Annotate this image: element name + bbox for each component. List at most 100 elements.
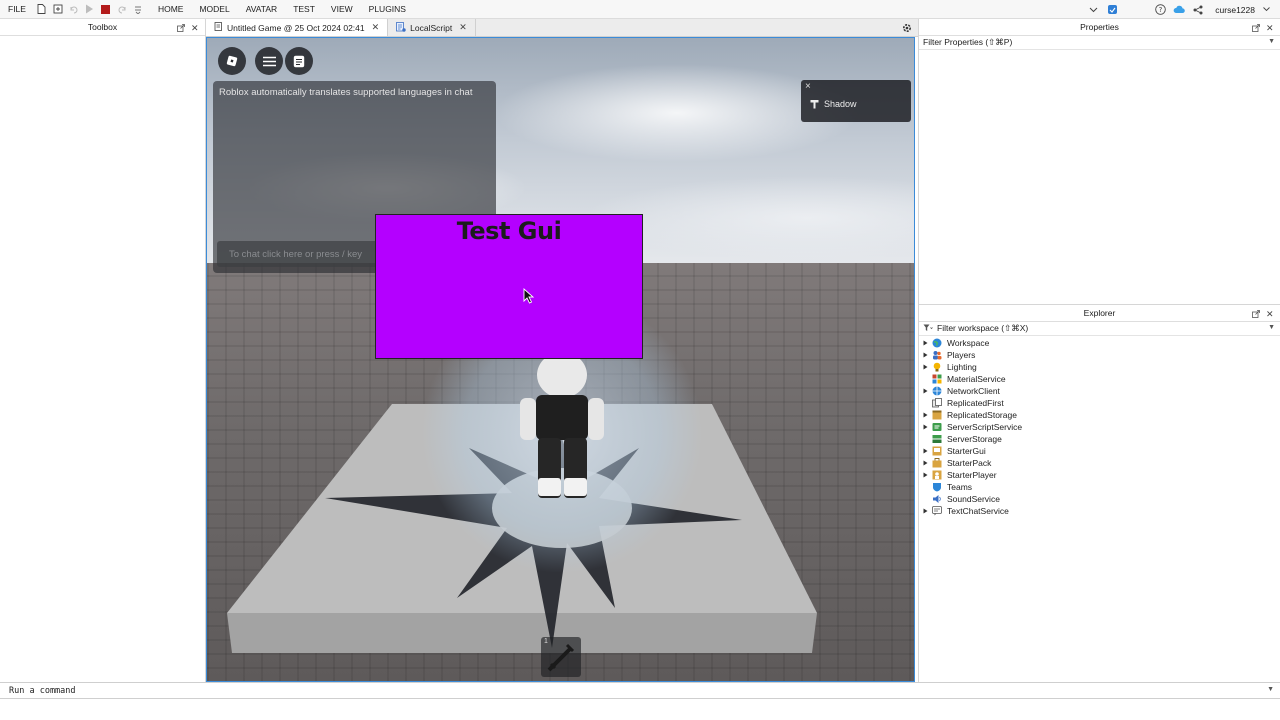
tab-plugins[interactable]: PLUGINS xyxy=(361,0,414,19)
close-icon[interactable]: ✕ xyxy=(1266,23,1274,32)
share-icon[interactable] xyxy=(1190,0,1206,19)
explorer-item-workspace[interactable]: Workspace xyxy=(919,337,1280,349)
server-storage-icon xyxy=(931,434,942,445)
publish-icon[interactable] xyxy=(50,0,66,19)
expand-arrow-icon[interactable] xyxy=(919,472,931,478)
item-label: StarterPlayer xyxy=(947,470,997,480)
expand-arrow-icon[interactable] xyxy=(919,412,931,418)
chat-placeholder: To chat click here or press / key xyxy=(229,249,363,260)
explorer-item-starterpack[interactable]: StarterPack xyxy=(919,457,1280,469)
explorer-item-teams[interactable]: Teams xyxy=(919,481,1280,493)
starter-pack-icon xyxy=(931,458,942,469)
stop-icon[interactable] xyxy=(98,0,114,19)
chevron-down-icon[interactable]: ▼ xyxy=(1268,38,1275,45)
tab-home[interactable]: HOME xyxy=(150,0,192,19)
new-file-icon[interactable] xyxy=(34,0,50,19)
script-icon xyxy=(396,21,406,34)
explorer-item-textchatservice[interactable]: TextChatService xyxy=(919,505,1280,517)
undock-icon[interactable] xyxy=(177,23,185,32)
replicated-icon xyxy=(931,398,942,409)
item-label: Teams xyxy=(947,482,973,492)
explorer-item-lighting[interactable]: Lighting xyxy=(919,361,1280,373)
hotbar-slot[interactable]: 1 xyxy=(541,637,581,677)
undock-icon[interactable] xyxy=(1252,23,1260,32)
close-icon[interactable]: × xyxy=(805,81,811,92)
chevron-down-icon[interactable]: ▼ xyxy=(1267,686,1274,693)
explorer-item-serverscriptservice[interactable]: ServerScriptService xyxy=(919,421,1280,433)
explorer-item-players[interactable]: Players xyxy=(919,349,1280,361)
tab-untitled-game[interactable]: Untitled Game @ 25 Oct 2024 02:41 ✕ xyxy=(206,19,389,36)
roblox-menu-button[interactable] xyxy=(218,47,246,75)
explorer-filter-input[interactable]: Filter workspace (⇧⌘X) ▼ xyxy=(919,322,1280,336)
game-viewport[interactable]: Roblox automatically translates supporte… xyxy=(206,37,915,682)
item-label: Players xyxy=(947,350,976,360)
text-chat-icon xyxy=(931,506,942,517)
menubar-right-group: ? curse1228 xyxy=(1085,0,1274,19)
hamburger-menu-button[interactable] xyxy=(255,47,283,75)
explorer-item-startergui[interactable]: StarterGui xyxy=(919,445,1280,457)
item-label: ReplicatedStorage xyxy=(947,410,1017,420)
username[interactable]: curse1228 xyxy=(1209,5,1255,15)
help-icon[interactable]: ? xyxy=(1152,0,1168,19)
explorer-item-serverstorage[interactable]: ServerStorage xyxy=(919,433,1280,445)
shadow-tool-item[interactable]: Shadow xyxy=(810,99,857,109)
cloud-icon[interactable] xyxy=(1171,0,1187,19)
item-label: ReplicatedFirst xyxy=(947,398,1004,408)
test-gui-frame[interactable]: Test Gui xyxy=(375,214,643,359)
expand-arrow-icon[interactable] xyxy=(919,352,931,358)
tab-test[interactable]: TEST xyxy=(285,0,323,19)
gear-icon[interactable] xyxy=(901,22,913,34)
tab-localscript[interactable]: LocalScript ✕ xyxy=(388,19,476,36)
expand-arrow-icon[interactable] xyxy=(919,508,931,514)
explorer-item-networkclient[interactable]: NetworkClient xyxy=(919,385,1280,397)
undock-icon[interactable] xyxy=(1252,309,1260,318)
expand-arrow-icon[interactable] xyxy=(919,340,931,346)
explorer-item-soundservice[interactable]: SoundService xyxy=(919,493,1280,505)
chevron-down-icon[interactable]: ▼ xyxy=(1268,324,1275,331)
file-menu[interactable]: FILE xyxy=(0,0,34,19)
tab-close-icon[interactable]: ✕ xyxy=(369,22,380,33)
command-bar[interactable]: Run a command ▼ xyxy=(0,682,1280,699)
tab-model[interactable]: MODEL xyxy=(191,0,237,19)
explorer-tree: Workspace Players Lighting MaterialServi… xyxy=(919,336,1280,517)
tab-close-icon[interactable]: ✕ xyxy=(456,22,467,33)
account-chevron-icon[interactable] xyxy=(1258,0,1274,19)
explorer-item-replicatedfirst[interactable]: ReplicatedFirst xyxy=(919,397,1280,409)
lightbulb-icon xyxy=(931,362,942,373)
undo-history-icon[interactable] xyxy=(130,0,146,19)
status-footer xyxy=(0,699,1280,720)
command-input[interactable]: Run a command xyxy=(9,686,76,696)
item-label: StarterGui xyxy=(947,446,986,456)
shadow-label: Shadow xyxy=(824,99,857,109)
properties-filter-input[interactable]: Filter Properties (⇧⌘P) ▼ xyxy=(919,36,1280,50)
expand-arrow-icon[interactable] xyxy=(919,424,931,430)
close-icon[interactable]: ✕ xyxy=(191,23,199,32)
tab-avatar[interactable]: AVATAR xyxy=(238,0,286,19)
explorer-item-starterplayer[interactable]: StarterPlayer xyxy=(919,469,1280,481)
roblox-logo-icon xyxy=(226,55,238,67)
explorer-filter-placeholder: Filter workspace (⇧⌘X) xyxy=(937,323,1029,333)
share-update-icon[interactable] xyxy=(1104,0,1120,19)
explorer-item-materialservice[interactable]: MaterialService xyxy=(919,373,1280,385)
network-icon xyxy=(931,386,942,397)
item-label: MaterialService xyxy=(947,374,1006,384)
storage-icon xyxy=(931,410,942,421)
expand-arrow-icon[interactable] xyxy=(919,460,931,466)
expand-arrow-icon[interactable] xyxy=(919,364,931,370)
material-icon xyxy=(931,374,942,385)
filter-icon xyxy=(923,324,933,331)
tab-label: Untitled Game @ 25 Oct 2024 02:41 xyxy=(227,22,365,33)
tab-view[interactable]: VIEW xyxy=(323,0,361,19)
play-icon[interactable] xyxy=(82,0,98,19)
chat-toggle-button[interactable] xyxy=(285,47,313,75)
item-label: SoundService xyxy=(947,494,1000,504)
explorer-item-replicatedstorage[interactable]: ReplicatedStorage xyxy=(919,409,1280,421)
toolbox-header: Toolbox ✕ xyxy=(0,19,205,36)
collapse-ribbon-icon[interactable] xyxy=(1085,0,1101,19)
expand-arrow-icon[interactable] xyxy=(919,448,931,454)
undo-icon[interactable] xyxy=(114,0,130,19)
expand-arrow-icon[interactable] xyxy=(919,388,931,394)
close-icon[interactable]: ✕ xyxy=(1266,309,1274,318)
item-label: TextChatService xyxy=(947,506,1009,516)
redo-icon[interactable] xyxy=(66,0,82,19)
